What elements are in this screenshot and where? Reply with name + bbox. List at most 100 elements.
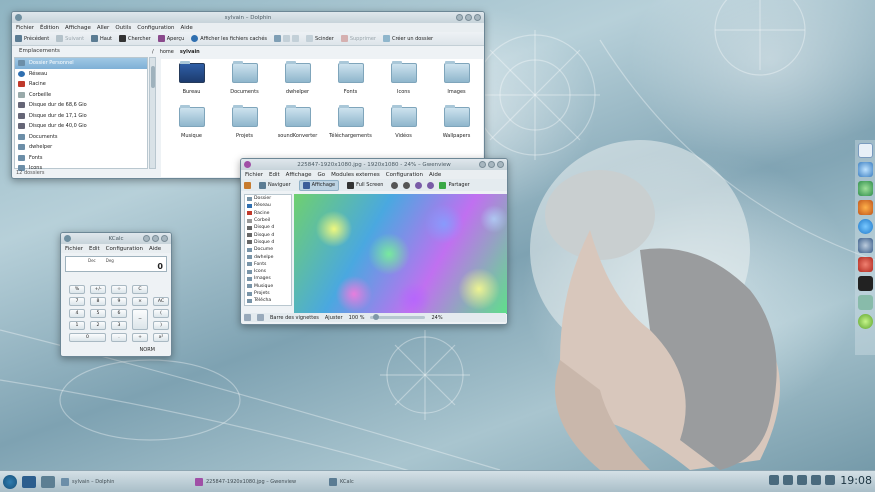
thumbnail-bar-toggle[interactable]: Barre des vignettes bbox=[270, 315, 319, 321]
key-square[interactable]: x² bbox=[153, 333, 169, 342]
tree-item[interactable]: Disque d bbox=[245, 239, 291, 246]
key-plusminus[interactable]: +/- bbox=[90, 285, 106, 294]
place-disque-1[interactable]: Disque dur de 68,6 Gio bbox=[15, 100, 147, 111]
battery-icon[interactable] bbox=[811, 475, 821, 485]
place-racine[interactable]: Racine bbox=[15, 79, 147, 90]
rotate-right-icon[interactable] bbox=[427, 181, 435, 189]
file-item[interactable]: dwhelper bbox=[271, 61, 324, 107]
place-fonts[interactable]: Fonts bbox=[15, 153, 147, 164]
terminal-icon[interactable] bbox=[857, 276, 873, 291]
key-5[interactable]: 5 bbox=[90, 309, 106, 318]
close-button[interactable] bbox=[474, 14, 481, 21]
place-disque-3[interactable]: Disque dur de 40,0 Gio bbox=[15, 121, 147, 132]
menu-edit[interactable]: Edit bbox=[89, 246, 100, 252]
place-reseau[interactable]: Réseau bbox=[15, 69, 147, 80]
tree-item[interactable]: Musique bbox=[245, 283, 291, 290]
chat-icon[interactable] bbox=[857, 162, 873, 177]
view-mode-buttons[interactable] bbox=[274, 35, 300, 42]
tree-item[interactable]: Racine bbox=[245, 210, 291, 217]
menu-fichier[interactable]: Fichier bbox=[65, 246, 83, 252]
kde-launcher-icon[interactable] bbox=[3, 474, 17, 489]
breadcrumb-sylvain[interactable]: sylvain bbox=[180, 49, 200, 55]
breadcrumb-home[interactable]: home bbox=[160, 49, 174, 55]
tree-item[interactable]: Icons bbox=[245, 268, 291, 275]
fullscreen-button[interactable]: Full Screen bbox=[344, 181, 386, 190]
next-icon[interactable] bbox=[403, 181, 411, 189]
kcalc-titlebar[interactable]: KCalc bbox=[61, 233, 171, 244]
show-desktop-icon[interactable] bbox=[41, 475, 55, 488]
menu-configuration[interactable]: Configuration bbox=[106, 246, 143, 252]
tree-item[interactable]: Télécha bbox=[245, 297, 291, 304]
menu-modules[interactable]: Modules externes bbox=[331, 172, 380, 178]
filter-icon[interactable] bbox=[257, 314, 264, 321]
key-plus[interactable]: + bbox=[132, 333, 148, 342]
firefox-icon[interactable] bbox=[857, 200, 873, 215]
notifications-icon[interactable] bbox=[825, 475, 835, 485]
menu-affichage[interactable]: Affichage bbox=[65, 25, 91, 31]
menu-aller[interactable]: Aller bbox=[97, 25, 109, 31]
menu-configuration[interactable]: Configuration bbox=[137, 25, 174, 31]
image-view[interactable] bbox=[294, 194, 507, 314]
file-item[interactable]: Projets bbox=[218, 105, 271, 151]
delete-button[interactable]: Supprimer bbox=[340, 35, 376, 42]
scrollbar-thumb[interactable] bbox=[151, 66, 155, 88]
back-button[interactable]: Précédent bbox=[15, 35, 49, 42]
menu-aide[interactable]: Aide bbox=[429, 172, 441, 178]
place-disque-2[interactable]: Disque dur de 17,1 Gio bbox=[15, 111, 147, 122]
key-percent[interactable]: % bbox=[69, 285, 85, 294]
menu-outils[interactable]: Outils bbox=[115, 25, 131, 31]
place-dossier-personnel[interactable]: Dossier Personnel bbox=[15, 58, 147, 69]
gwenview-titlebar[interactable]: 225847-1920x1080.jpg - 1920x1080 - 24% –… bbox=[241, 159, 507, 170]
key-4[interactable]: 4 bbox=[69, 309, 85, 318]
app-menu-icon[interactable] bbox=[64, 235, 71, 242]
menu-aide[interactable]: Aide bbox=[181, 25, 193, 31]
app-menu-icon[interactable] bbox=[15, 14, 22, 21]
file-item[interactable]: Documents bbox=[218, 61, 271, 107]
task-gwenview[interactable]: 225847-1920x1080.jpg – Gwenview bbox=[192, 474, 322, 490]
places-scrollbar[interactable] bbox=[149, 57, 156, 169]
browse-tab[interactable]: Naviguer bbox=[256, 181, 294, 190]
tree-item[interactable]: Réseau bbox=[245, 202, 291, 209]
task-dolphin[interactable]: sylvain – Dolphin bbox=[58, 474, 188, 490]
key-0[interactable]: 0 bbox=[69, 333, 106, 342]
clock[interactable]: 19:08 bbox=[840, 474, 872, 487]
tree-item[interactable]: Corbeil bbox=[245, 217, 291, 224]
volume-icon[interactable] bbox=[797, 475, 807, 485]
key-open-paren[interactable]: ( bbox=[153, 309, 169, 318]
menu-edition[interactable]: Édition bbox=[40, 25, 59, 31]
search-button[interactable]: Chercher bbox=[119, 35, 151, 42]
app-menu-icon[interactable] bbox=[244, 161, 251, 168]
rotate-left-icon[interactable] bbox=[415, 181, 423, 189]
android-icon[interactable] bbox=[857, 314, 873, 329]
task-kcalc[interactable]: KCalc bbox=[326, 474, 436, 490]
zoom-slider[interactable] bbox=[370, 314, 426, 320]
app-icon[interactable] bbox=[857, 257, 873, 272]
up-button[interactable]: Haut bbox=[91, 35, 112, 42]
preview-button[interactable]: Aperçu bbox=[157, 35, 184, 42]
key-close-paren[interactable]: ) bbox=[153, 321, 169, 330]
file-item[interactable]: soundKonverter bbox=[271, 105, 324, 151]
file-item[interactable]: Wallpapers bbox=[430, 105, 483, 151]
minimize-button[interactable] bbox=[479, 161, 486, 168]
file-item[interactable]: Icons bbox=[377, 61, 430, 107]
tree-item[interactable]: Disque d bbox=[245, 231, 291, 238]
clipboard-icon[interactable] bbox=[769, 475, 779, 485]
menu-affichage[interactable]: Affichage bbox=[286, 172, 312, 178]
split-button[interactable]: Scinder bbox=[306, 35, 334, 42]
tree-item[interactable]: Images bbox=[245, 275, 291, 282]
file-item[interactable]: Vidéos bbox=[377, 105, 430, 151]
file-item[interactable]: Musique bbox=[165, 105, 218, 151]
file-item[interactable]: Images bbox=[430, 61, 483, 107]
show-hidden-button[interactable]: Afficher les fichiers cachés bbox=[191, 35, 267, 42]
maximize-button[interactable] bbox=[488, 161, 495, 168]
key-8[interactable]: 8 bbox=[90, 297, 106, 306]
key-6[interactable]: 6 bbox=[111, 309, 127, 318]
place-corbeille[interactable]: Corbeille bbox=[15, 90, 147, 101]
contacts-icon[interactable] bbox=[857, 181, 873, 196]
home-button[interactable] bbox=[244, 181, 251, 189]
tree-item[interactable]: dwhelpe bbox=[245, 253, 291, 260]
network-icon[interactable] bbox=[783, 475, 793, 485]
maximize-button[interactable] bbox=[152, 235, 159, 242]
key-7[interactable]: 7 bbox=[69, 297, 85, 306]
key-multiply[interactable]: × bbox=[132, 297, 148, 306]
